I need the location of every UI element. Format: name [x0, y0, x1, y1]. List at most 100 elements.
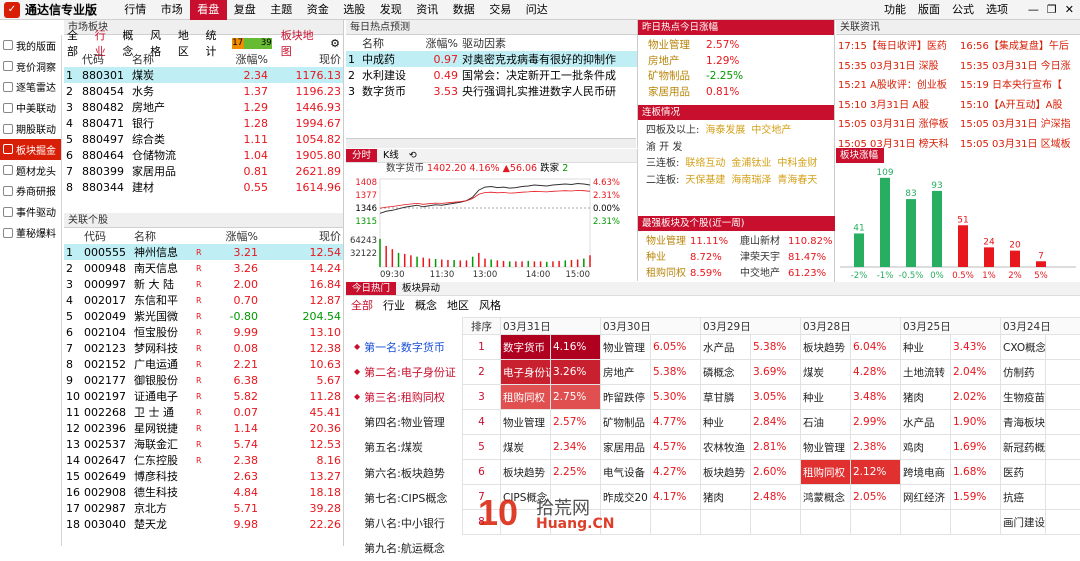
table-row[interactable]: 5880497综合类1.111054.82 [64, 131, 343, 147]
sector-cell[interactable]: 生物疫苗 [1001, 385, 1046, 410]
sector-cell[interactable]: 板块趋势 [501, 460, 551, 485]
lianban-stock[interactable]: 金浦钛业 [731, 158, 771, 169]
sector-cell[interactable]: 画门建设 [1001, 510, 1046, 535]
heat-tab[interactable]: 行业 [383, 297, 405, 313]
table-row[interactable]: 3数字货币3.53央行强调扎实推进数字人民币研 [346, 83, 637, 99]
right-menu-item[interactable]: 选项 [986, 0, 1008, 20]
sector-cell[interactable]: 种业 [901, 335, 951, 360]
table-row[interactable]: 4002017东信和平R0.7012.87 [64, 292, 343, 308]
sidebar-item[interactable]: 事件驱动 [0, 201, 61, 222]
table-row[interactable]: 17002987京北方5.7139.28 [64, 500, 343, 516]
rank-item[interactable]: ◆第八名:中小银行 [346, 510, 462, 535]
tab-hot-today[interactable]: 今日热门 [346, 282, 396, 295]
sidebar-item[interactable]: 董秘爆料 [0, 222, 61, 243]
limit-item[interactable]: 物业管理2.57% [648, 37, 824, 53]
table-row[interactable]: 1880301煤炭2.341176.13 [64, 67, 343, 83]
sidebar-item[interactable]: 我的版面 [0, 35, 61, 56]
rank-item[interactable]: ◆第七名:CIPS概念 [346, 485, 462, 510]
heat-tab[interactable]: 地区 [447, 297, 469, 313]
window-button[interactable]: ❐ [1047, 0, 1057, 20]
sector-cell[interactable]: 磷概念 [701, 360, 751, 385]
news-item[interactable]: 15:05 03月31日 沪深指 [958, 113, 1080, 133]
menu-item[interactable]: 主题 [263, 0, 300, 20]
menu-item[interactable]: 发现 [373, 0, 410, 20]
sector-cell[interactable]: 家居用品 [601, 435, 651, 460]
sector-cell[interactable]: 租购同权 [801, 460, 851, 485]
tab-kline[interactable]: K线 [377, 149, 405, 162]
sector-cell[interactable]: 煤炭 [801, 360, 851, 385]
refresh-icon[interactable]: ⟲ [405, 149, 421, 162]
rank-item[interactable]: ◆第四名:物业管理 [346, 410, 462, 435]
right-menu-item[interactable]: 公式 [952, 0, 974, 20]
menu-item[interactable]: 看盘 [190, 0, 227, 20]
limit-item[interactable]: 矿物制品-2.25% [648, 68, 824, 84]
menu-item[interactable]: 交易 [482, 0, 519, 20]
sector-cell[interactable]: 鸿蒙概念 [801, 485, 851, 510]
right-menu-item[interactable]: 版面 [918, 0, 940, 20]
heat-tab[interactable]: 概念 [415, 297, 437, 313]
sector-cell[interactable]: 物业管理 [601, 335, 651, 360]
window-button[interactable]: — [1028, 0, 1039, 20]
rank-item[interactable]: ◆第九名:航运概念 [346, 536, 462, 561]
weekly-row[interactable]: 种业8.72%津荣天宇81.47% [646, 248, 827, 264]
table-row[interactable]: 2电子身份证3.26%房地产5.38%磷概念3.69%煤炭4.28%土地流转2.… [463, 360, 1080, 385]
market-tab[interactable]: 统计 [206, 27, 228, 59]
sector-cell[interactable]: 鸡肉 [901, 435, 951, 460]
sector-cell[interactable]: 煤炭 [501, 435, 551, 460]
sector-cell[interactable]: 石油 [801, 410, 851, 435]
sector-cell[interactable]: 仿制药 [1001, 360, 1046, 385]
table-row[interactable]: 11002268卫 士 通R0.0745.41 [64, 404, 343, 420]
table-row[interactable]: 12002396星网锐捷R1.1420.36 [64, 420, 343, 436]
sector-cell[interactable]: CXO概念 [1001, 335, 1046, 360]
sector-cell[interactable]: 板块趋势 [801, 335, 851, 360]
sidebar-item[interactable]: 中美联动 [0, 97, 61, 118]
sector-map-link[interactable]: 板块地图 [281, 27, 324, 59]
table-row[interactable]: 18003040楚天龙9.9822.26 [64, 516, 343, 532]
sector-cell[interactable]: 水产品 [701, 335, 751, 360]
news-item[interactable]: 15:35 03月31日 今日涨 [958, 55, 1080, 75]
sector-cell[interactable]: 水产品 [901, 410, 951, 435]
sector-cell[interactable] [701, 510, 751, 535]
rank-item[interactable]: ◆第一名:数字货币 [346, 334, 462, 359]
table-row[interactable]: 8002152广电运通R2.2110.63 [64, 356, 343, 372]
menu-item[interactable]: 问达 [519, 0, 556, 20]
sector-cell[interactable]: 物业管理 [501, 410, 551, 435]
sector-cell[interactable]: 新冠药概 [1001, 435, 1046, 460]
sector-cell[interactable]: 数字货币 [501, 335, 551, 360]
sector-cell[interactable] [801, 510, 851, 535]
sector-cell[interactable]: 跨境电商 [901, 460, 951, 485]
sector-cell[interactable]: 青海板块 [1001, 410, 1046, 435]
table-row[interactable]: 3租购同权2.75%昨留跌停5.30%草甘膦3.05%种业3.48%猪肉2.02… [463, 385, 1080, 410]
table-row[interactable]: 2880454水务1.371196.23 [64, 83, 343, 99]
table-row[interactable]: 3880482房地产1.291446.93 [64, 99, 343, 115]
table-row[interactable]: 6板块趋势2.25%电气设备4.27%板块趋势2.60%租购同权2.12%跨境电… [463, 460, 1080, 485]
table-row[interactable]: 2000948南天信息R3.2614.24 [64, 260, 343, 276]
news-item[interactable]: 16:56【集成复盘】午后 [958, 35, 1080, 55]
news-item[interactable]: 15:19 日本央行宣布【 [958, 74, 1080, 94]
sector-cell[interactable]: 板块趋势 [701, 460, 751, 485]
table-row[interactable]: 6880464仓储物流1.041905.80 [64, 147, 343, 163]
forecast-scrollbar[interactable] [346, 138, 636, 148]
sector-cell[interactable]: 电子身份证 [501, 360, 551, 385]
heat-tab[interactable]: 风格 [479, 297, 501, 313]
table-row[interactable]: 4物业管理2.57%矿物制品4.77%种业2.84%石油2.99%水产品1.90… [463, 410, 1080, 435]
sidebar-item[interactable]: 题材龙头 [0, 160, 61, 181]
sector-cell[interactable]: 猪肉 [701, 485, 751, 510]
menu-item[interactable]: 行情 [117, 0, 154, 20]
menu-item[interactable]: 资金 [300, 0, 337, 20]
limit-item[interactable]: 房地产1.29% [648, 53, 824, 69]
rank-item[interactable]: ◆第六名:板块趋势 [346, 460, 462, 485]
menu-item[interactable]: 选股 [336, 0, 373, 20]
table-row[interactable]: 5煤炭2.34%家居用品4.57%农林牧渔2.81%物业管理2.38%鸡肉1.6… [463, 435, 1080, 460]
sector-cell[interactable]: 房地产 [601, 360, 651, 385]
table-row[interactable]: 14002647仁东控股R2.388.16 [64, 452, 343, 468]
sector-cell[interactable]: 草甘膦 [701, 385, 751, 410]
table-row[interactable]: 5002049紫光国微R-0.80204.54 [64, 308, 343, 324]
sector-cell[interactable]: 租购同权 [501, 385, 551, 410]
market-tab[interactable]: 地区 [178, 27, 200, 59]
sector-cell[interactable]: 矿物制品 [601, 410, 651, 435]
lianban-stock[interactable]: 中交地产 [751, 125, 791, 136]
table-row[interactable]: 2水利建设0.49国常会：决定新开工一批条件成 [346, 67, 637, 83]
sector-cell[interactable]: 网红经济 [901, 485, 951, 510]
sector-cell[interactable]: 物业管理 [801, 435, 851, 460]
